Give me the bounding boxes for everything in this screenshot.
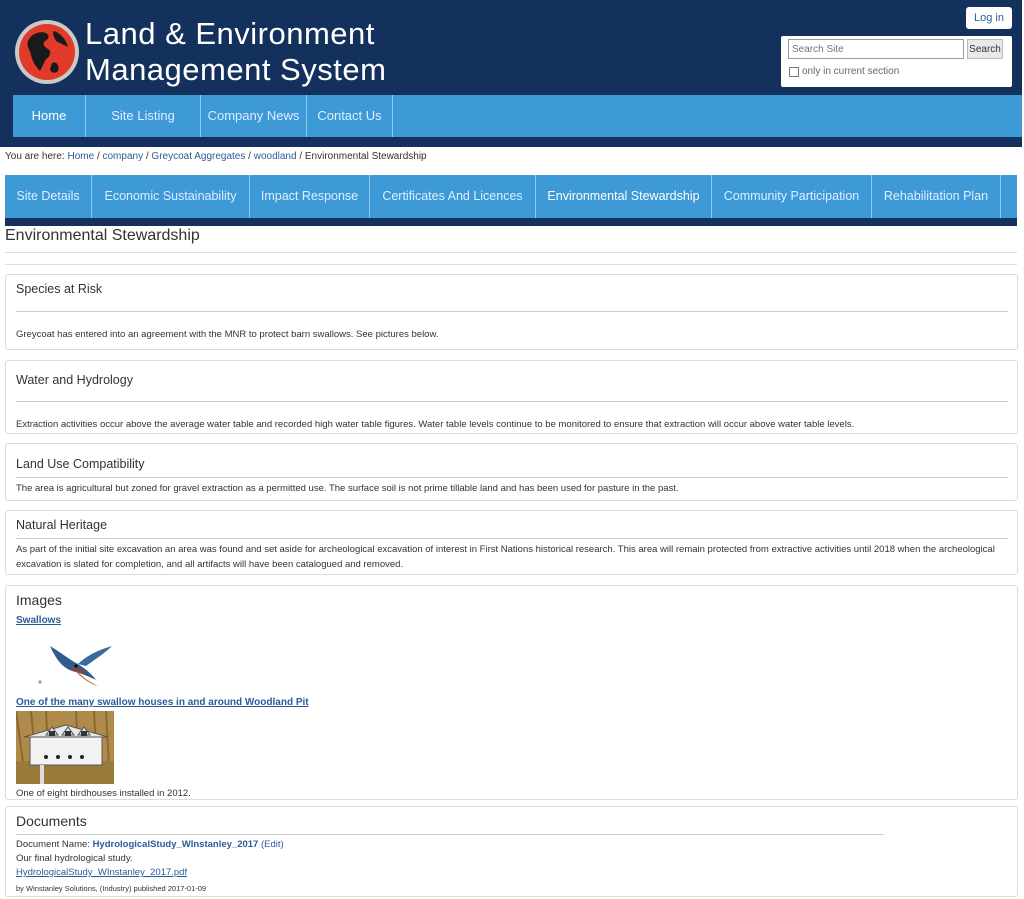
land-use-panel: Land Use Compatibility The area is agric… xyxy=(5,443,1018,501)
species-title: Species at Risk xyxy=(16,282,103,296)
breadcrumb-greycoat[interactable]: Greycoat Aggregates xyxy=(151,151,245,162)
nav-company-news[interactable]: Company News xyxy=(201,95,307,137)
species-text: Greycoat has entered into an agreement w… xyxy=(16,329,439,340)
tab-site-details[interactable]: Site Details xyxy=(5,175,92,218)
divider xyxy=(16,834,884,835)
land-use-title: Land Use Compatibility xyxy=(16,457,145,471)
documents-panel: Documents Document Name: HydrologicalStu… xyxy=(5,806,1018,897)
swallow-houses-link[interactable]: One of the many swallow houses in and ar… xyxy=(16,697,309,708)
breadcrumb-prefix: You are here: xyxy=(5,151,65,162)
nav-home[interactable]: Home xyxy=(13,95,86,137)
tab-economic-sustainability[interactable]: Economic Sustainability xyxy=(92,175,250,218)
images-title: Images xyxy=(16,592,62,608)
images-panel: Images Swallows One of the many swallow … xyxy=(5,585,1018,800)
water-panel: Water and Hydrology Extraction activitie… xyxy=(5,360,1018,434)
tab-rehabilitation-plan[interactable]: Rehabilitation Plan xyxy=(872,175,1001,218)
document-published: by Winstanley Solutions, (Industry) publ… xyxy=(16,884,207,893)
section-tabs: Site Details Economic Sustainability Imp… xyxy=(5,175,1017,218)
documents-title: Documents xyxy=(16,813,87,829)
water-text: Extraction activities occur above the av… xyxy=(16,419,855,430)
tab-environmental-stewardship[interactable]: Environmental Stewardship xyxy=(536,175,712,218)
divider xyxy=(16,477,1008,478)
page-title: Environmental Stewardship xyxy=(5,227,200,244)
breadcrumb-separator: / xyxy=(96,151,100,162)
birdhouse-image[interactable] xyxy=(16,711,114,784)
login-button[interactable]: Log in xyxy=(966,7,1012,29)
birdhouse-caption: One of eight birdhouses installed in 201… xyxy=(16,788,191,799)
only-section-label: only in current section xyxy=(802,66,900,77)
search-input[interactable] xyxy=(788,39,964,59)
tab-underline xyxy=(5,218,1017,226)
water-title: Water and Hydrology xyxy=(16,373,133,387)
document-file-link[interactable]: HydrologicalStudy_WInstanley_2017.pdf xyxy=(16,865,187,880)
species-panel: Species at Risk Greycoat has entered int… xyxy=(5,274,1018,350)
swallows-link[interactable]: Swallows xyxy=(16,615,61,626)
search-button[interactable]: Search xyxy=(967,39,1003,59)
divider xyxy=(5,264,1017,265)
breadcrumb-home[interactable]: Home xyxy=(67,151,94,162)
site-title[interactable]: Land & Environment Management System xyxy=(85,16,386,88)
divider xyxy=(16,538,1008,539)
document-name-row: Document Name: HydrologicalStudy_WInstan… xyxy=(16,837,1011,852)
breadcrumb-current: Environmental Stewardship xyxy=(304,151,427,162)
breadcrumb-separator: / xyxy=(299,151,303,162)
breadcrumb-woodland[interactable]: woodland xyxy=(254,151,297,162)
main-nav: Home Site Listing Company News Contact U… xyxy=(13,95,1022,137)
globe-logo-icon[interactable] xyxy=(14,19,80,85)
nav-site-listing[interactable]: Site Listing xyxy=(86,95,201,137)
breadcrumb-company[interactable]: company xyxy=(103,151,144,162)
document-name-link[interactable]: HydrologicalStudy_WInstanley_2017 xyxy=(93,839,259,850)
breadcrumb-separator: / xyxy=(145,151,149,162)
tab-community-participation[interactable]: Community Participation xyxy=(712,175,872,218)
heritage-text: As part of the initial site excavation a… xyxy=(16,544,995,570)
document-edit-link[interactable]: (Edit) xyxy=(261,839,284,850)
nav-contact-us[interactable]: Contact Us xyxy=(307,95,393,137)
divider xyxy=(5,252,1017,253)
site-title-line1: Land & Environment xyxy=(85,16,375,51)
search-panel: Search only in current section xyxy=(781,36,1012,87)
tab-impact-response[interactable]: Impact Response xyxy=(250,175,370,218)
heritage-title: Natural Heritage xyxy=(16,518,108,532)
document-name-label: Document Name: xyxy=(16,839,90,850)
divider xyxy=(16,401,1008,402)
breadcrumb: You are here: Home / company / Greycoat … xyxy=(5,151,427,162)
tab-certificates-licences[interactable]: Certificates And Licences xyxy=(370,175,536,218)
only-section-checkbox[interactable] xyxy=(789,66,799,77)
site-title-line2: Management System xyxy=(85,52,387,87)
document-description: Our final hydrological study. xyxy=(16,853,133,864)
only-section-option[interactable]: only in current section xyxy=(789,66,899,77)
breadcrumb-separator: / xyxy=(248,151,251,162)
swallow-image[interactable] xyxy=(20,630,116,690)
land-use-text: The area is agricultural but zoned for g… xyxy=(16,483,679,494)
divider xyxy=(16,311,1008,312)
heritage-panel: Natural Heritage As part of the initial … xyxy=(5,510,1018,575)
